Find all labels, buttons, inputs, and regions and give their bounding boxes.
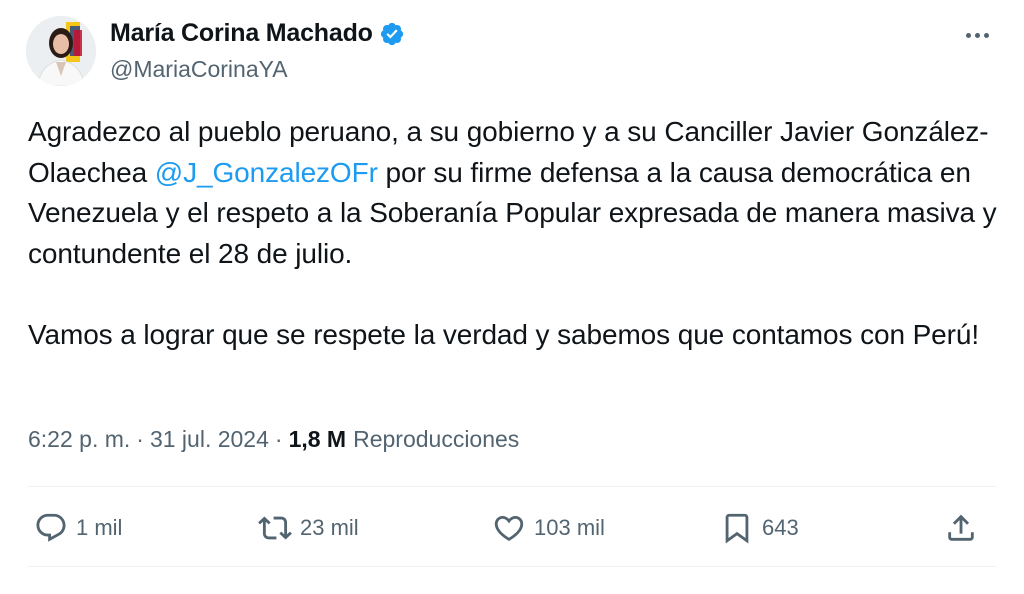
meta-separator: ·	[274, 426, 283, 452]
views-label[interactable]: Reproducciones	[353, 426, 519, 453]
tweet-meta: 6:22 p. m. · 31 jul. 2024 · 1,8 M Reprod…	[28, 426, 519, 453]
verified-badge-icon[interactable]	[379, 21, 405, 47]
views-count[interactable]: 1,8 M	[289, 426, 347, 453]
tweet-time[interactable]: 6:22 p. m.	[28, 426, 130, 453]
tweet-card: María Corina Machado @MariaCorinaYA Agra…	[0, 0, 1024, 594]
divider	[28, 566, 996, 567]
author-name-row: María Corina Machado	[110, 19, 405, 48]
retweet-count: 23 mil	[300, 515, 359, 540]
reply-count: 1 mil	[76, 515, 123, 540]
reply-button[interactable]: 1 mil	[34, 506, 122, 550]
avatar-image	[26, 16, 96, 86]
like-button[interactable]: 103 mil	[492, 506, 605, 550]
share-button[interactable]	[944, 506, 978, 550]
tweet-text: Agradezco al pueblo peruano, a su gobier…	[28, 112, 1003, 355]
author-handle[interactable]: @MariaCorinaYA	[110, 56, 288, 83]
bookmark-count: 643	[762, 515, 799, 540]
heart-icon	[494, 515, 524, 541]
avatar[interactable]	[26, 16, 96, 86]
divider	[28, 486, 996, 487]
author-display-name[interactable]: María Corina Machado	[110, 19, 373, 48]
bookmark-icon	[725, 513, 749, 544]
retweet-icon	[258, 516, 292, 540]
action-bar: 1 mil 23 mil 103 mil 643	[28, 506, 996, 550]
tweet-date[interactable]: 31 jul. 2024	[150, 426, 269, 453]
like-count: 103 mil	[534, 515, 605, 540]
bookmark-button[interactable]: 643	[720, 506, 799, 550]
more-dot-icon	[974, 32, 980, 38]
meta-separator: ·	[136, 426, 144, 452]
retweet-button[interactable]: 23 mil	[258, 506, 359, 550]
more-dot-icon	[965, 32, 971, 38]
mention-link[interactable]: @J_GonzalezOFr	[155, 157, 378, 188]
more-dot-icon	[983, 32, 989, 38]
tweet-paragraph-1: Agradezco al pueblo peruano, a su gobier…	[28, 112, 1003, 274]
share-icon	[948, 514, 974, 541]
reply-icon	[36, 513, 66, 542]
tweet-paragraph-2: Vamos a lograr que se respete la verdad …	[28, 318, 980, 350]
more-options-button[interactable]	[960, 22, 994, 48]
